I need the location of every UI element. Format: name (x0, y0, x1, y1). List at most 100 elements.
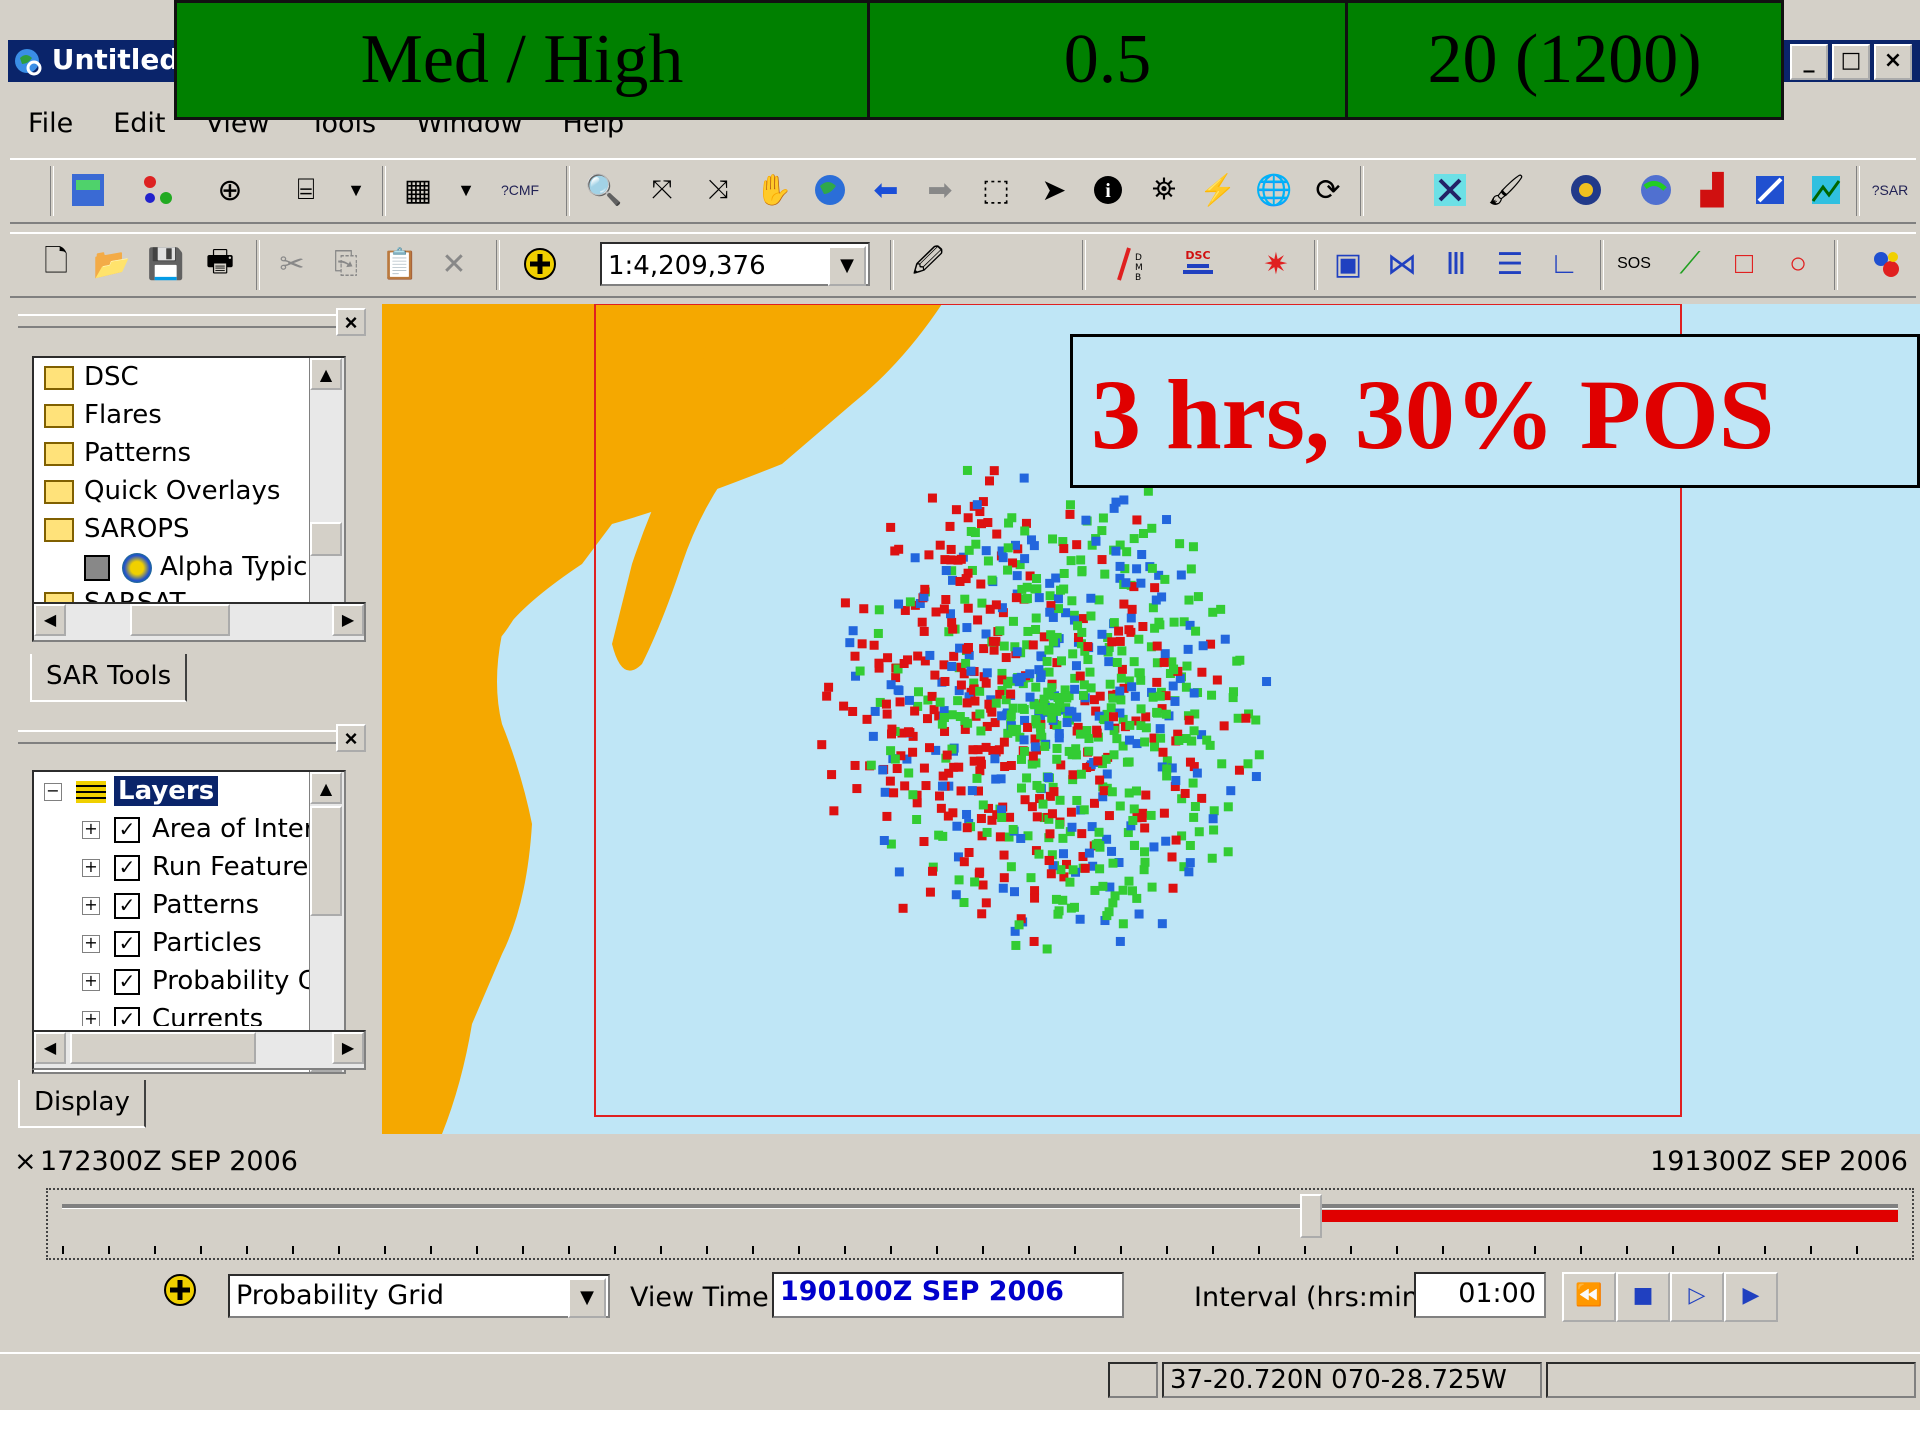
layer-patterns[interactable]: + ✓ Patterns (34, 886, 344, 924)
grid-icon[interactable]: ▦ (398, 170, 438, 210)
tree-item-alpha-typical[interactable]: Alpha Typica (34, 548, 344, 586)
cmf-lite-icon[interactable] (68, 170, 108, 210)
add-layer-icon[interactable] (160, 1270, 200, 1310)
select-features-icon[interactable]: ⬚ (976, 170, 1016, 210)
map-view[interactable]: 3 hrs, 30% POS (382, 304, 1920, 1134)
scroll-right-icon[interactable]: ▶ (332, 604, 364, 636)
rectangle-draw-icon[interactable]: □ (1724, 244, 1764, 284)
layer-run-features[interactable]: + ✓ Run Features (34, 848, 344, 886)
compass-icon[interactable] (1566, 170, 1606, 210)
tree-horizontal-scrollbar[interactable]: ◀ ▶ (32, 602, 366, 642)
dsc-icon[interactable]: DSC (1178, 244, 1218, 284)
play-icon[interactable]: ▷ (1670, 1272, 1724, 1322)
flare-icon[interactable]: ✷ (1256, 244, 1296, 284)
scroll-up-icon[interactable]: ▲ (310, 358, 342, 390)
line-draw-icon[interactable]: ⟋ (1670, 244, 1710, 284)
scroll-up-icon[interactable]: ▲ (310, 772, 342, 804)
scroll-left-icon[interactable]: ◀ (34, 1032, 66, 1064)
forward-arrow-icon[interactable]: ➡ (920, 170, 960, 210)
layer-checkbox[interactable] (84, 554, 110, 581)
pan-hand-icon[interactable]: ✋ (754, 170, 794, 210)
paint-brush-icon[interactable]: 🖌 (1486, 170, 1526, 210)
layer-checkbox[interactable]: ✓ (114, 968, 140, 995)
tab-display[interactable]: Display (18, 1080, 146, 1128)
expand-icon[interactable]: + (82, 896, 100, 915)
print-icon[interactable]: 🖶 (200, 244, 240, 284)
expand-icon[interactable]: + (82, 934, 100, 953)
expand-icon[interactable]: + (82, 820, 100, 839)
particles-icon[interactable] (1866, 244, 1906, 284)
cmf-help-icon[interactable]: ?CMF (500, 170, 540, 210)
layer-area-of-interest[interactable]: + ✓ Area of Inter (34, 810, 344, 848)
full-extent-globe-icon[interactable] (810, 170, 850, 210)
expand-icon[interactable]: + (82, 1010, 100, 1026)
map-scale-combobox[interactable]: 1:4,209,376 ▼ (600, 242, 870, 286)
time-slider[interactable] (46, 1188, 1914, 1260)
close-button[interactable]: × (1874, 44, 1912, 80)
new-document-icon[interactable]: 🗋 (36, 244, 76, 284)
tree-item-quick-overlays[interactable]: Quick Overlays (34, 472, 344, 510)
layer-select-dropdown-icon[interactable]: ▼ (568, 1278, 606, 1318)
expanding-square-icon[interactable]: ▣ (1328, 244, 1368, 284)
delete-icon[interactable]: ✕ (434, 244, 474, 284)
scroll-thumb[interactable] (310, 522, 342, 556)
grid-dropdown-icon[interactable]: ▼ (446, 170, 486, 210)
tree-item-dsc[interactable]: DSC (34, 358, 344, 396)
identify-icon[interactable]: i (1088, 170, 1128, 210)
layer-probability-grid[interactable]: + ✓ Probability Gr (34, 962, 344, 1000)
h-scroll-thumb[interactable] (130, 604, 230, 636)
maximize-button[interactable]: □ (1832, 44, 1870, 80)
sector-search-icon[interactable]: ⋈ (1382, 244, 1422, 284)
ruler-dropdown-icon[interactable]: ▼ (336, 170, 376, 210)
ruler-tool-icon[interactable]: ⌸ (286, 170, 326, 210)
layer-select[interactable]: Probability Grid ▼ (228, 1274, 610, 1318)
hyperlink-bolt-icon[interactable]: ⚡ (1198, 170, 1238, 210)
drift-vector-icon[interactable] (1750, 170, 1790, 210)
layers-horizontal-scrollbar[interactable]: ◀ ▶ (32, 1030, 366, 1070)
tree-item-flares[interactable]: Flares (34, 396, 344, 434)
globe-grid-icon[interactable] (1636, 170, 1676, 210)
layer-particles[interactable]: + ✓ Particles (34, 924, 344, 962)
add-data-icon[interactable] (520, 244, 560, 284)
save-icon[interactable]: 💾 (146, 244, 186, 284)
copy-icon[interactable]: ⎘ (326, 244, 366, 284)
grid-target-icon[interactable]: ⊕ (210, 170, 250, 210)
back-arrow-icon[interactable]: ⬅ (866, 170, 906, 210)
timeline-close-icon[interactable]: × (14, 1146, 37, 1177)
tree-vertical-scrollbar[interactable]: ▲ ▼ (309, 358, 344, 638)
interval-field[interactable]: 01:00 (1414, 1272, 1546, 1318)
panel-close-button[interactable]: × (336, 308, 366, 336)
track-line-icon[interactable]: ∟ (1544, 244, 1584, 284)
scroll-right-icon[interactable]: ▶ (332, 1032, 364, 1064)
scale-dropdown-icon[interactable]: ▼ (828, 246, 866, 286)
menu-file[interactable]: File (20, 104, 81, 144)
pointer-icon[interactable]: ➤ (1034, 170, 1074, 210)
globe-pause-icon[interactable]: 🌐 (1254, 170, 1294, 210)
slider-thumb[interactable] (1300, 1194, 1323, 1238)
layer-checkbox[interactable]: ✓ (114, 816, 140, 843)
tree-item-sarops[interactable]: SAROPS (34, 510, 344, 548)
sar-overlay-icon[interactable] (1430, 170, 1470, 210)
expand-icon[interactable]: + (82, 858, 100, 877)
find-binoculars-icon[interactable]: ⛯ (1144, 170, 1184, 210)
editor-toolbar-icon[interactable]: 🖉 (908, 244, 948, 284)
scroll-left-icon[interactable]: ◀ (34, 604, 66, 636)
menu-edit[interactable]: Edit (105, 104, 173, 144)
layer-currents[interactable]: + ✓ Currents (34, 1000, 344, 1026)
molecule-icon[interactable] (138, 170, 178, 210)
rewind-icon[interactable]: ⏪ (1562, 1272, 1616, 1322)
fixed-zoom-out-icon[interactable]: ⤨ (698, 170, 738, 210)
panel-close-button[interactable]: × (336, 724, 366, 752)
chart-area-icon[interactable] (1806, 170, 1846, 210)
circle-draw-icon[interactable]: ○ (1778, 244, 1818, 284)
stop-icon[interactable]: ■ (1616, 1272, 1670, 1322)
h-scroll-thumb[interactable] (70, 1032, 256, 1064)
parallel-track-icon[interactable]: Ⅲ (1436, 244, 1476, 284)
refresh-icon[interactable]: ⟳ (1308, 170, 1348, 210)
paste-icon[interactable]: 📋 (380, 244, 420, 284)
open-folder-icon[interactable]: 📂 (92, 244, 132, 284)
tree-item-patterns[interactable]: Patterns (34, 434, 344, 472)
expand-icon[interactable]: + (82, 972, 100, 991)
sar-help-icon[interactable]: ?SAR (1870, 170, 1910, 210)
panel-grip[interactable] (18, 730, 338, 744)
